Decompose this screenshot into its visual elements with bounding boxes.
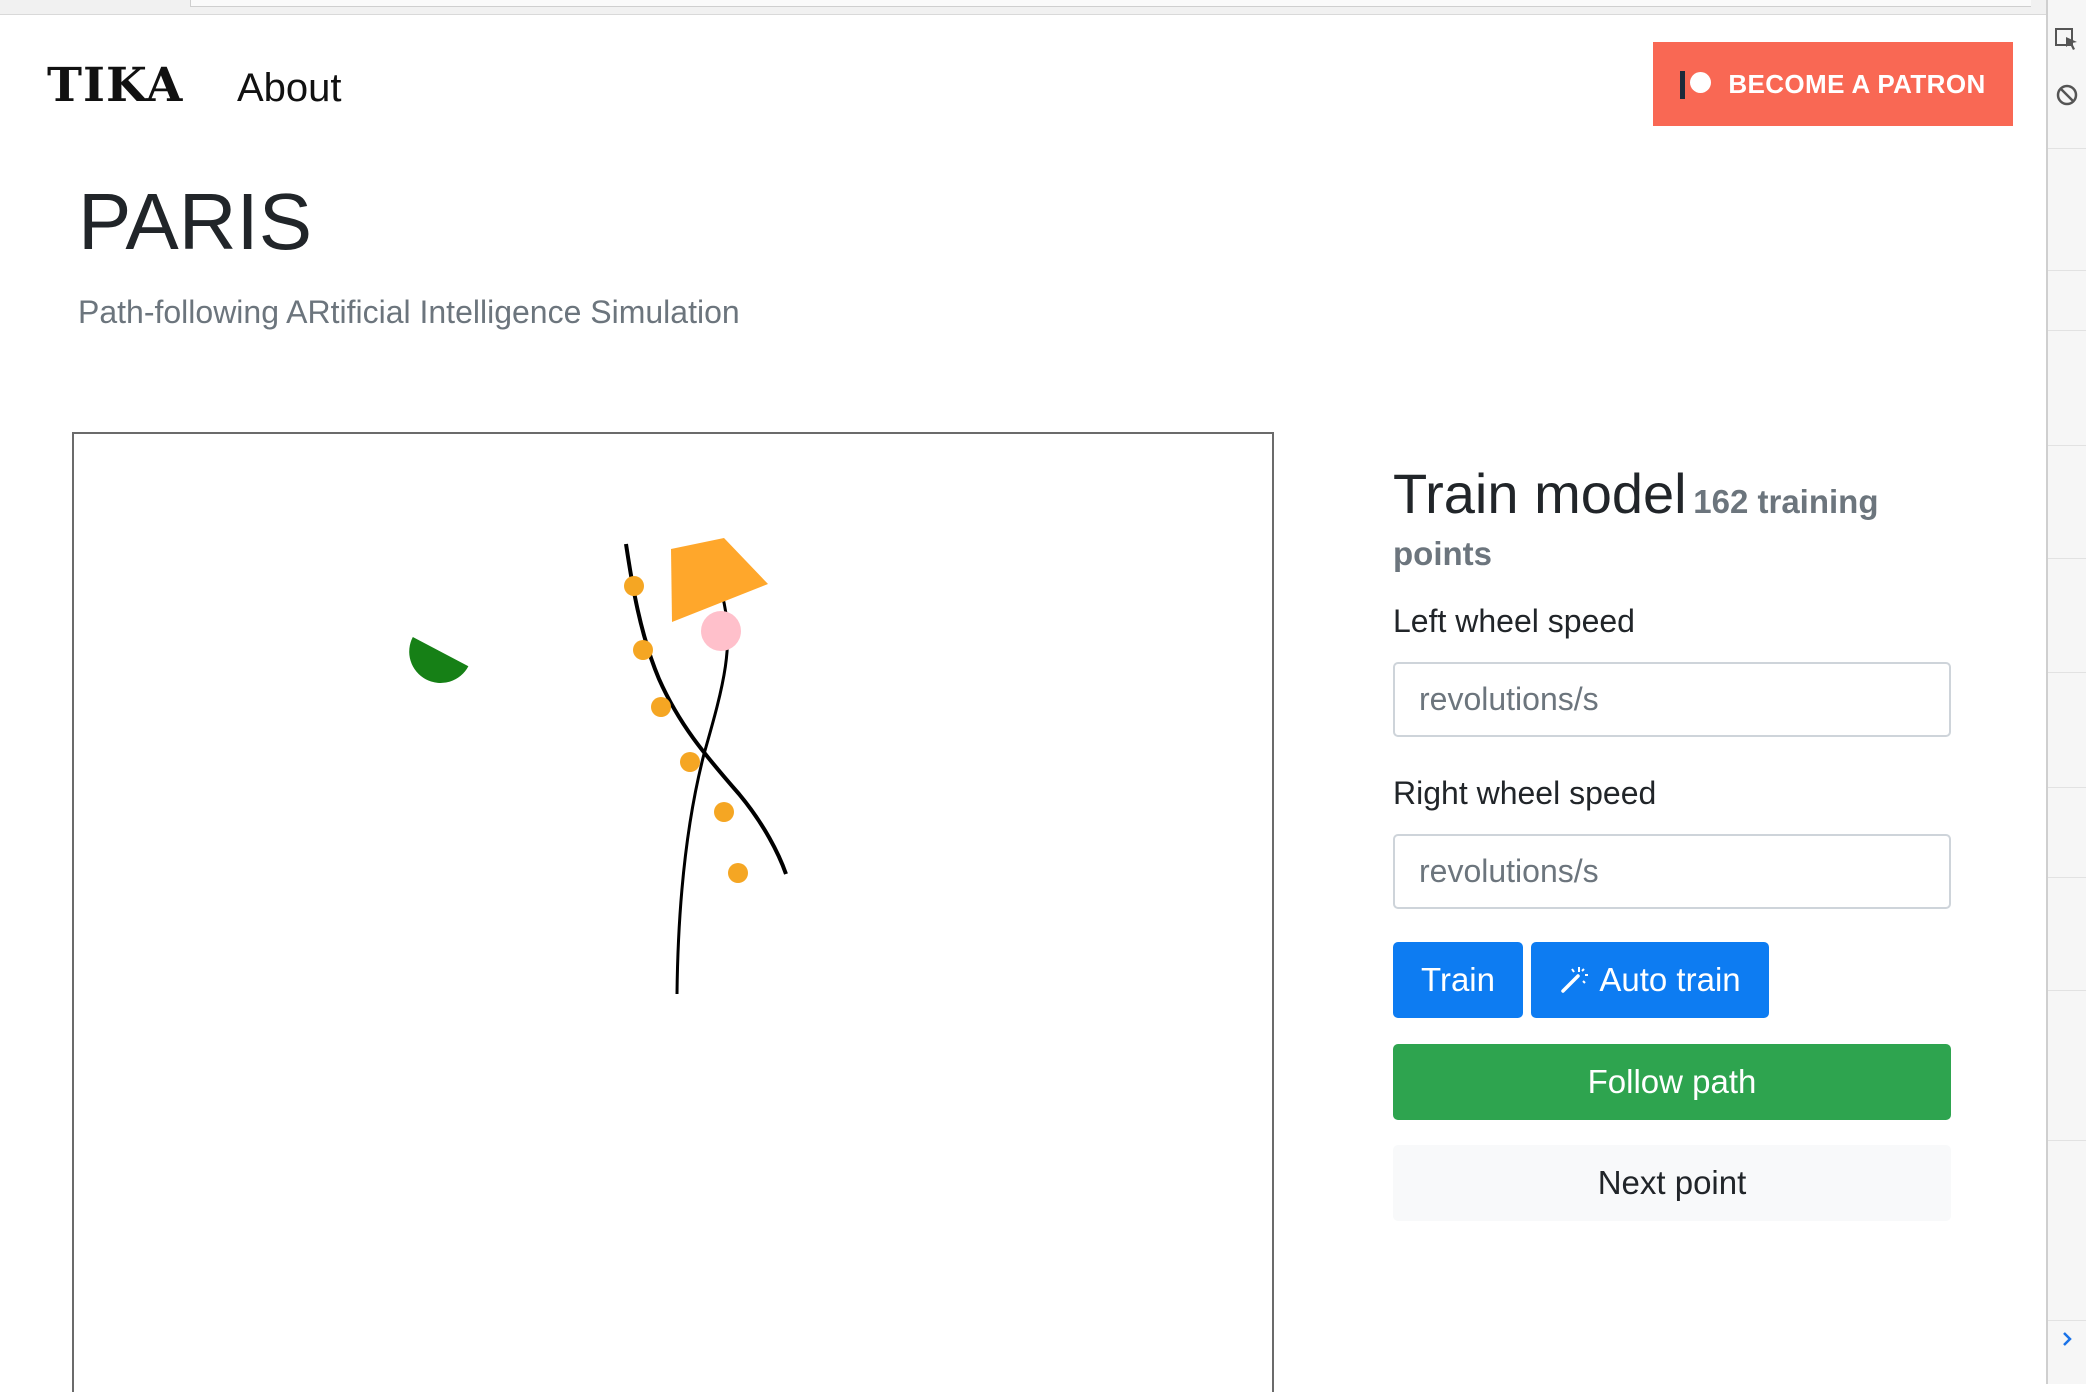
path-point[interactable]	[714, 802, 734, 822]
block-icon[interactable]	[2054, 82, 2080, 108]
path-point[interactable]	[624, 576, 644, 596]
page-subtitle: Path-following ARtificial Intelligence S…	[78, 294, 740, 330]
become-patron-button[interactable]: BECOME A PATRON	[1653, 42, 2013, 126]
obstacle-shape	[409, 636, 469, 683]
simulation-drawing	[409, 538, 788, 995]
train-button[interactable]: Train	[1393, 942, 1523, 1018]
page-title: PARIS	[78, 177, 313, 266]
next-point-button-label: Next point	[1597, 1164, 1747, 1201]
magic-wand-icon	[1561, 967, 1589, 993]
train-title: Train model	[1393, 462, 1687, 525]
patreon-icon	[1680, 69, 1712, 99]
left-wheel-speed-input[interactable]	[1393, 662, 1951, 737]
path-point[interactable]	[680, 752, 700, 772]
left-wheel-label: Left wheel speed	[1393, 603, 1635, 639]
chevron-right-icon[interactable]	[2054, 1326, 2080, 1352]
browser-top-strip	[0, 0, 2046, 15]
next-point-button[interactable]: Next point	[1393, 1145, 1951, 1221]
follow-path-button-label: Follow path	[1587, 1063, 1757, 1100]
auto-train-button[interactable]: Auto train	[1531, 942, 1769, 1018]
train-panel-header: Train model 162 training points	[1393, 466, 1953, 582]
browser-tab-edge	[190, 0, 2031, 7]
brand-logo[interactable]: TIKA	[47, 58, 183, 113]
path-point[interactable]	[728, 863, 748, 883]
cursor-icon[interactable]	[2054, 26, 2080, 52]
auto-train-button-label: Auto train	[1599, 961, 1741, 998]
path-point[interactable]	[651, 697, 671, 717]
patron-button-label: BECOME A PATRON	[1728, 68, 1986, 99]
nav-about-link[interactable]: About	[237, 66, 342, 111]
right-wheel-label: Right wheel speed	[1393, 775, 1657, 811]
follow-path-button[interactable]: Follow path	[1393, 1044, 1951, 1120]
robot-trajectory	[675, 593, 730, 995]
target-marker	[701, 611, 741, 651]
simulation-canvas[interactable]	[72, 432, 1274, 1392]
devtools-strip	[2046, 0, 2086, 1384]
path-point[interactable]	[633, 640, 653, 660]
train-button-label: Train	[1421, 961, 1495, 998]
robot-body	[671, 538, 768, 622]
right-wheel-speed-input[interactable]	[1393, 834, 1951, 909]
